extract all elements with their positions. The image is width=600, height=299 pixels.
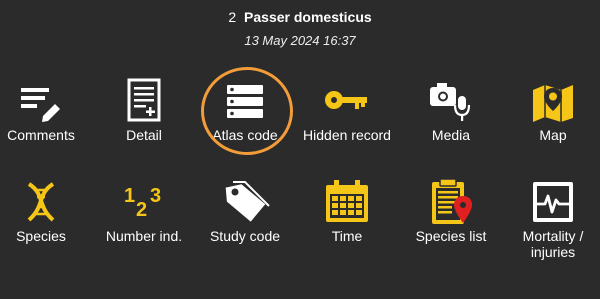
tile-label: Map bbox=[539, 127, 567, 143]
mortality-injuries-button[interactable]: Mortality / injuries bbox=[503, 176, 600, 271]
record-datetime: 13 May 2024 16:37 bbox=[244, 33, 356, 48]
species-button[interactable]: Species bbox=[0, 176, 91, 271]
individual-count: 2 bbox=[228, 9, 237, 25]
comments-button[interactable]: Comments bbox=[0, 76, 91, 171]
map-pin-icon bbox=[527, 76, 579, 128]
tile-label: Study code bbox=[209, 228, 281, 244]
document-add-icon bbox=[118, 76, 170, 128]
list-layers-icon bbox=[219, 76, 271, 128]
number-individuals-button[interactable]: 1 2 3 Number ind. bbox=[94, 176, 194, 271]
record-title: 2 Passer domesticus bbox=[0, 9, 600, 25]
hidden-record-button[interactable]: Hidden record bbox=[297, 76, 397, 171]
tile-label: Hidden record bbox=[303, 127, 391, 143]
tag-icon bbox=[219, 176, 271, 228]
tile-label: Comments bbox=[7, 127, 75, 143]
svg-text:1: 1 bbox=[124, 185, 135, 207]
tile-label: Detail bbox=[126, 127, 162, 143]
map-button[interactable]: Map bbox=[503, 76, 600, 171]
key-icon bbox=[321, 76, 373, 128]
tile-label: Atlas code bbox=[212, 127, 278, 143]
tile-label: Mortality / injuries bbox=[522, 228, 584, 260]
camera-microphone-icon bbox=[425, 76, 477, 128]
study-code-button[interactable]: Study code bbox=[195, 176, 295, 271]
time-button[interactable]: Time bbox=[297, 176, 397, 271]
media-button[interactable]: Media bbox=[401, 76, 501, 171]
species-list-button[interactable]: Species list bbox=[401, 176, 501, 271]
detail-button[interactable]: Detail bbox=[94, 76, 194, 171]
tile-label: Species list bbox=[415, 228, 487, 244]
tile-label: Number ind. bbox=[105, 228, 183, 244]
numbers-123-icon: 1 2 3 bbox=[118, 176, 170, 228]
species-name: Passer domesticus bbox=[244, 9, 372, 25]
tile-label: Time bbox=[331, 228, 363, 244]
tile-label: Species bbox=[16, 228, 66, 244]
atlas-code-button[interactable]: Atlas code bbox=[195, 76, 295, 171]
comments-edit-icon bbox=[15, 76, 67, 128]
svg-text:3: 3 bbox=[150, 185, 161, 207]
dna-icon bbox=[15, 176, 67, 228]
svg-text:2: 2 bbox=[136, 199, 147, 221]
calendar-icon bbox=[321, 176, 373, 228]
heartbeat-monitor-icon bbox=[527, 176, 579, 228]
record-header: 2 Passer domesticus 13 May 2024 16:37 bbox=[0, 0, 600, 60]
tile-label: Media bbox=[431, 127, 471, 143]
clipboard-pin-icon bbox=[425, 176, 477, 228]
